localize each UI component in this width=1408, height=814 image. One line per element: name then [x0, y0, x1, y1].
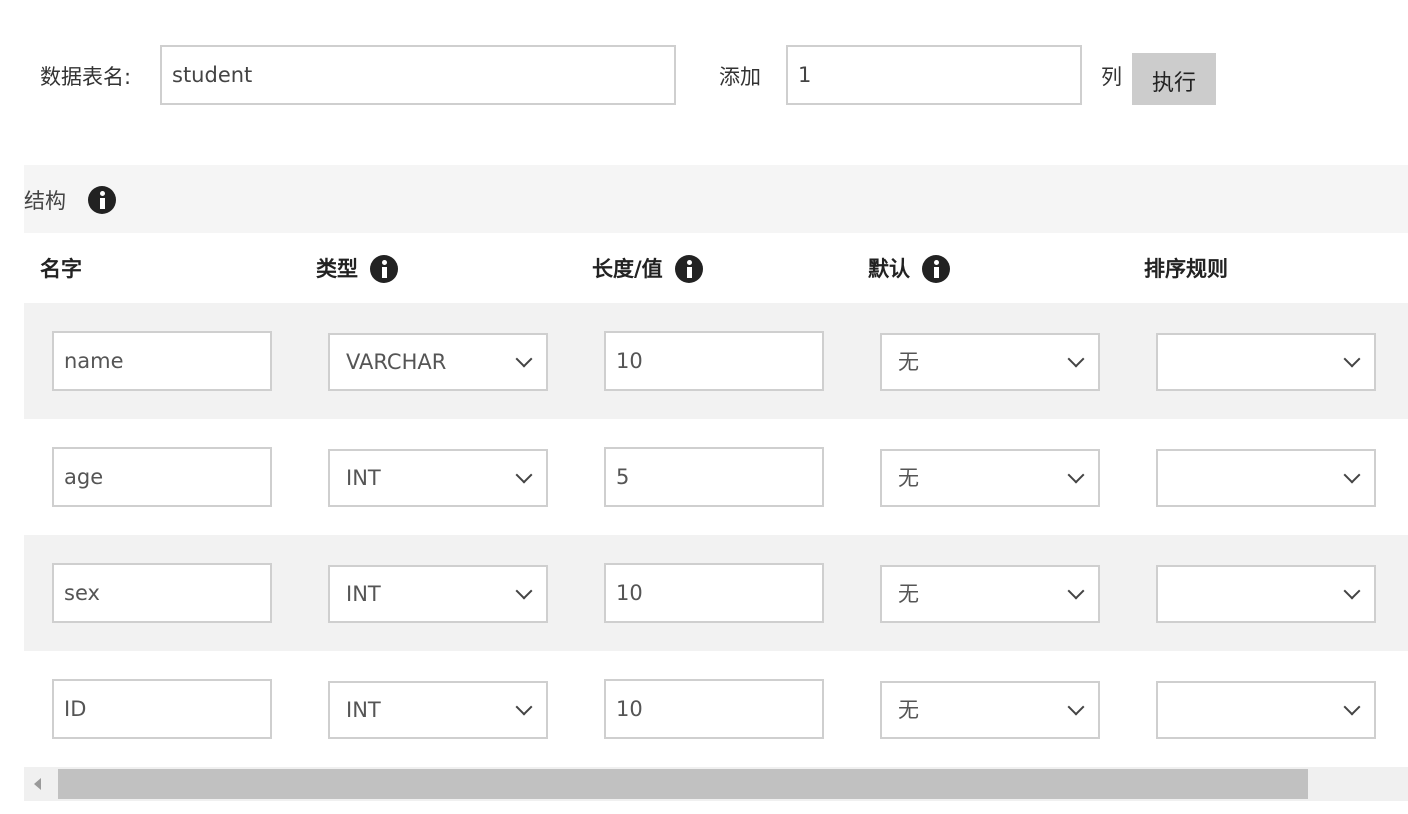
- add-column-count-input[interactable]: [786, 45, 1082, 105]
- table-form-toolbar: 数据表名: 添加 列 执行: [0, 0, 1408, 150]
- horizontal-scrollbar[interactable]: [24, 767, 1408, 801]
- column-default-select[interactable]: 无: [880, 565, 1100, 623]
- column-name-input[interactable]: [52, 447, 272, 507]
- column-header-length: 长度/值: [592, 254, 703, 283]
- chevron-down-icon: [515, 350, 533, 368]
- column-header-default: 默认: [868, 254, 950, 283]
- chevron-down-icon: [1067, 466, 1085, 484]
- info-icon[interactable]: [370, 254, 398, 283]
- chevron-down-icon: [1067, 582, 1085, 600]
- column-header-type-label: 类型: [316, 257, 358, 281]
- column-collation-select[interactable]: [1156, 681, 1376, 739]
- scroll-left-arrow-icon[interactable]: [34, 778, 41, 790]
- column-type-select[interactable]: VARCHAR: [328, 333, 548, 391]
- column-type-select[interactable]: INT: [328, 449, 548, 507]
- table-row: VARCHAR 无: [24, 303, 1408, 419]
- chevron-down-icon: [515, 582, 533, 600]
- column-length-input[interactable]: [604, 679, 824, 739]
- chevron-down-icon: [1067, 350, 1085, 368]
- column-collation-select[interactable]: [1156, 333, 1376, 391]
- chevron-down-icon: [1067, 698, 1085, 716]
- structure-header: 结构: [24, 165, 1408, 233]
- chevron-down-icon: [1343, 350, 1361, 368]
- info-icon[interactable]: [674, 254, 703, 283]
- column-header-length-label: 长度/值: [592, 257, 663, 281]
- column-type-value: VARCHAR: [346, 350, 447, 374]
- column-type-select[interactable]: INT: [328, 681, 548, 739]
- column-default-select[interactable]: 无: [880, 449, 1100, 507]
- column-type-value: INT: [346, 582, 381, 606]
- column-header-name: 名字: [40, 255, 82, 283]
- execute-button[interactable]: 执行: [1132, 53, 1216, 105]
- column-default-select[interactable]: 无: [880, 681, 1100, 739]
- column-header-type: 类型: [316, 254, 398, 283]
- info-icon[interactable]: [922, 254, 950, 283]
- add-label: 添加: [719, 65, 761, 89]
- table-row: INT 无: [24, 419, 1408, 535]
- scrollbar-thumb[interactable]: [58, 769, 1308, 799]
- column-type-select[interactable]: INT: [328, 565, 548, 623]
- column-default-select[interactable]: 无: [880, 333, 1100, 391]
- column-unit-label: 列: [1101, 65, 1122, 89]
- column-default-value: 无: [898, 466, 919, 490]
- info-icon[interactable]: [88, 186, 116, 214]
- columns-header-row: 名字 类型 长度/值 默认 排序规则: [24, 233, 1408, 303]
- column-name-input[interactable]: [52, 331, 272, 391]
- chevron-down-icon: [1343, 582, 1361, 600]
- column-length-input[interactable]: [604, 563, 824, 623]
- column-collation-select[interactable]: [1156, 449, 1376, 507]
- column-name-input[interactable]: [52, 679, 272, 739]
- chevron-down-icon: [1343, 698, 1361, 716]
- table-row: INT 无: [24, 651, 1408, 767]
- column-default-value: 无: [898, 582, 919, 606]
- column-header-collation-label: 排序规则: [1144, 257, 1228, 281]
- table-row: INT 无: [24, 535, 1408, 651]
- column-name-input[interactable]: [52, 563, 272, 623]
- column-header-collation: 排序规则: [1144, 255, 1228, 283]
- table-name-label: 数据表名:: [40, 65, 132, 89]
- column-default-value: 无: [898, 350, 919, 374]
- column-collation-select[interactable]: [1156, 565, 1376, 623]
- column-type-value: INT: [346, 466, 381, 490]
- chevron-down-icon: [515, 466, 533, 484]
- column-header-name-label: 名字: [40, 257, 82, 281]
- structure-title: 结构: [24, 189, 66, 213]
- column-type-value: INT: [346, 698, 381, 722]
- column-default-value: 无: [898, 698, 919, 722]
- table-name-input[interactable]: [160, 45, 676, 105]
- column-header-default-label: 默认: [868, 257, 910, 281]
- column-length-input[interactable]: [604, 447, 824, 507]
- chevron-down-icon: [1343, 466, 1361, 484]
- chevron-down-icon: [515, 698, 533, 716]
- column-length-input[interactable]: [604, 331, 824, 391]
